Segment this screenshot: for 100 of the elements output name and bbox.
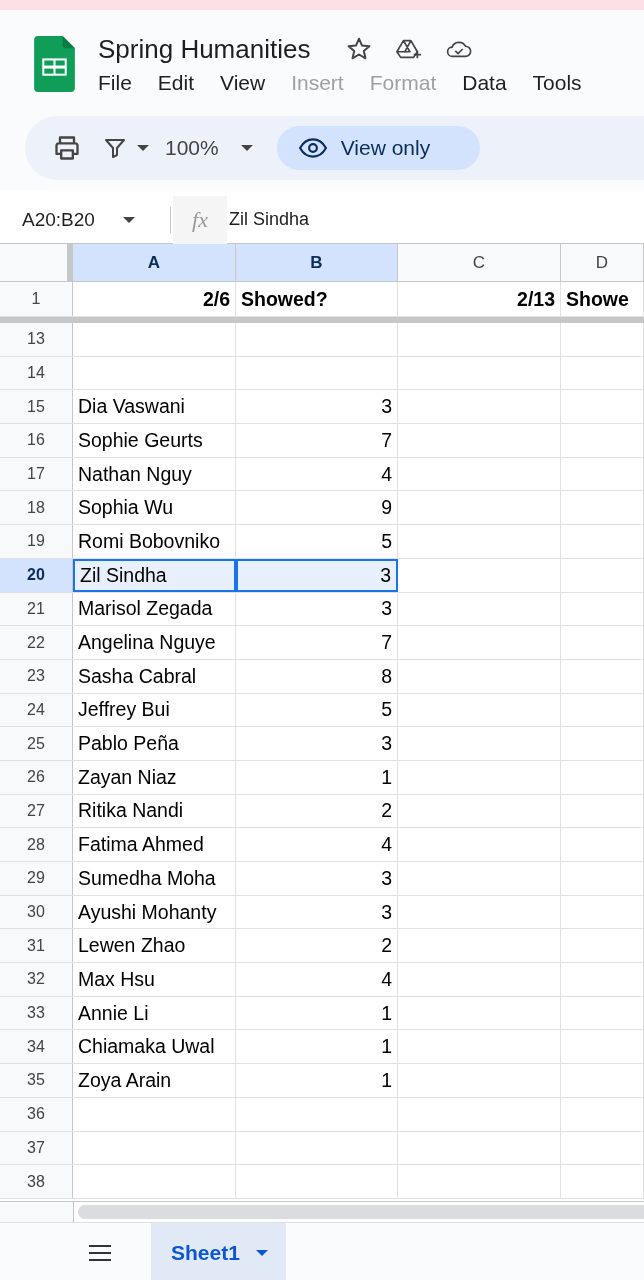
row-number[interactable]: 36 <box>0 1097 73 1131</box>
table-cell: 1 <box>236 760 398 794</box>
table-cell: Nathan Nguy <box>73 457 236 491</box>
table-cell: Zil Sindha <box>73 558 236 592</box>
row-number[interactable]: 23 <box>0 659 73 693</box>
table-cell: Romi Bobovniko <box>73 525 236 558</box>
table-cell: Lewen Zhao <box>73 929 236 963</box>
table-cell: 3 <box>236 895 398 929</box>
header-cell: 2/6 <box>73 282 236 316</box>
table-cell: 4 <box>236 828 398 861</box>
row-number[interactable]: 37 <box>0 1131 73 1165</box>
table-cell: 7 <box>236 626 398 659</box>
table-cell: Sumedha Moha <box>73 862 236 895</box>
print-icon[interactable] <box>53 134 81 162</box>
name-box[interactable]: A20:B20 <box>0 208 170 231</box>
table-cell: Pablo Peña <box>73 727 236 760</box>
menu-item[interactable]: File <box>98 71 132 95</box>
header-cell: 2/13 <box>398 282 561 316</box>
star-icon[interactable] <box>346 36 373 62</box>
row-number[interactable]: 29 <box>0 862 73 895</box>
row-number[interactable]: 30 <box>0 895 73 929</box>
menu-icon[interactable] <box>88 1243 112 1262</box>
table-cell: 9 <box>236 491 398 525</box>
table-cell: Zoya Arain <box>73 1064 236 1097</box>
header-cell: Showe <box>561 282 644 316</box>
row-number[interactable]: 31 <box>0 929 73 963</box>
scrollbar[interactable] <box>78 1204 644 1219</box>
table-cell: Annie Li <box>73 996 236 1030</box>
table-cell: Sasha Cabral <box>73 659 236 693</box>
row-number[interactable]: 28 <box>0 828 73 861</box>
filter-icon <box>103 136 127 160</box>
function-symbol: fx <box>173 195 227 244</box>
row-number[interactable]: 13 <box>0 323 73 356</box>
row-number[interactable]: 20 <box>0 558 73 592</box>
table-cell: 3 <box>236 862 398 895</box>
table-cell: Jeffrey Bui <box>73 693 236 727</box>
row-number[interactable]: 21 <box>0 592 73 626</box>
table-cell: Fatima Ahmed <box>73 828 236 861</box>
table-cell: 3 <box>236 592 398 626</box>
document-title[interactable]: Spring Humanities <box>98 33 311 65</box>
caret-icon <box>255 1249 268 1256</box>
row-number[interactable]: 34 <box>0 1030 73 1064</box>
row-number[interactable]: 33 <box>0 996 73 1030</box>
table-cell: 7 <box>236 424 398 457</box>
table-cell: Ayushi Mohanty <box>73 895 236 929</box>
row-number: 1 <box>0 282 73 316</box>
menu-item[interactable]: Data <box>462 71 507 95</box>
menu-item[interactable]: View <box>220 71 266 95</box>
formula-input[interactable]: Zil Sindha <box>227 209 310 230</box>
table-cell: Zayan Niaz <box>73 760 236 794</box>
table-cell: 1 <box>236 1030 398 1064</box>
filter-button[interactable] <box>103 136 149 160</box>
column-header[interactable]: D <box>561 244 644 281</box>
row-number[interactable]: 14 <box>0 356 73 390</box>
table-cell: 5 <box>236 693 398 727</box>
table-cell: Ritika Nandi <box>73 794 236 828</box>
row-number[interactable]: 27 <box>0 794 73 828</box>
header-cell: Showed? <box>236 282 398 316</box>
row-number[interactable]: 38 <box>0 1165 73 1198</box>
row-number[interactable]: 25 <box>0 727 73 760</box>
caret-icon <box>240 145 253 151</box>
row-number[interactable]: 19 <box>0 525 73 558</box>
table-cell: 3 <box>236 390 398 424</box>
caret-icon <box>122 216 135 223</box>
table-cell: Max Hsu <box>73 963 236 996</box>
table-cell: 4 <box>236 963 398 996</box>
table-cell: 2 <box>236 794 398 828</box>
row-number[interactable]: 16 <box>0 424 73 457</box>
table-cell: Dia Vaswani <box>73 390 236 424</box>
table-cell: Sophia Wu <box>73 491 236 525</box>
sheet-tab[interactable]: Sheet1 <box>151 1222 286 1280</box>
row-number[interactable]: 17 <box>0 457 73 491</box>
table-cell: Angelina Nguye <box>73 626 236 659</box>
table-cell: 2 <box>236 929 398 963</box>
column-header[interactable]: A <box>73 244 236 281</box>
menu-item[interactable]: Tools <box>532 71 582 95</box>
column-header[interactable]: B <box>236 244 398 281</box>
row-number[interactable]: 32 <box>0 963 73 996</box>
row-number[interactable]: 15 <box>0 390 73 424</box>
row-number[interactable]: 26 <box>0 760 73 794</box>
menu-item[interactable]: Edit <box>157 71 195 95</box>
row-number[interactable]: 24 <box>0 693 73 727</box>
view-only-button[interactable]: View only <box>276 126 480 170</box>
table-cell: 1 <box>236 1064 398 1097</box>
column-header[interactable]: C <box>398 244 561 281</box>
table-cell: 8 <box>236 659 398 693</box>
zoom-dropdown[interactable]: 100% <box>165 136 253 160</box>
row-number[interactable]: 35 <box>0 1064 73 1097</box>
table-cell: 5 <box>236 525 398 558</box>
table-cell: Sophie Geurts <box>73 424 236 457</box>
table-cell: Chiamaka Uwal <box>73 1030 236 1064</box>
sheets-logo-icon[interactable] <box>34 36 75 92</box>
row-number[interactable]: 18 <box>0 491 73 525</box>
table-cell: 1 <box>236 996 398 1030</box>
eye-icon <box>298 138 327 158</box>
table-cell: 3 <box>236 727 398 760</box>
table-cell: Marisol Zegada <box>73 592 236 626</box>
row-number[interactable]: 22 <box>0 626 73 659</box>
table-cell: 3 <box>236 558 398 592</box>
table-cell: 4 <box>236 457 398 491</box>
